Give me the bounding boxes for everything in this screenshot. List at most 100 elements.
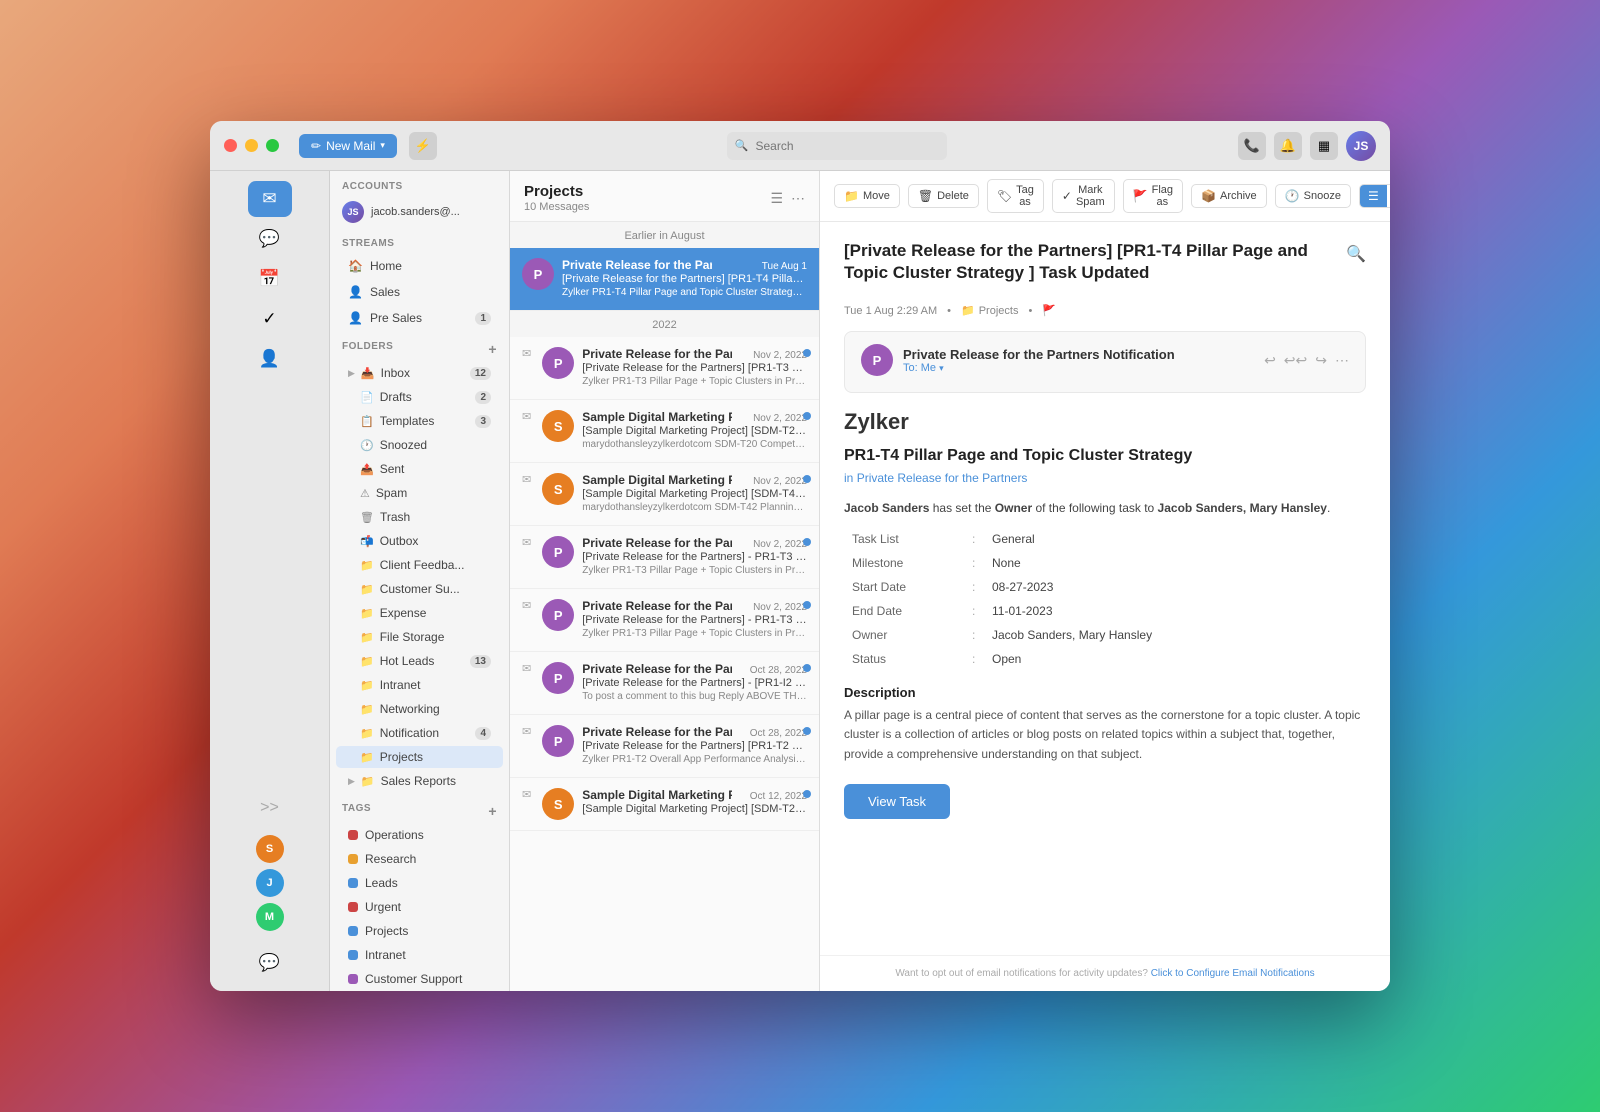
list-view-button[interactable]: ☰ xyxy=(1360,185,1387,207)
add-tag-icon[interactable]: + xyxy=(488,803,497,819)
grid-icon[interactable]: ▦ xyxy=(1310,132,1338,160)
reply-all-icon[interactable]: ↩↩ xyxy=(1284,352,1307,369)
folder-item-templates[interactable]: 📋 Templates 3 xyxy=(336,410,503,432)
email-avatar-6: P xyxy=(542,599,574,631)
sidebar-item-calendar[interactable]: 📅 xyxy=(248,261,292,297)
drafts-icon: 📄 xyxy=(360,391,374,404)
sidebar-item-chat[interactable]: 💬 xyxy=(248,221,292,257)
reply-icon[interactable]: ↩ xyxy=(1264,352,1276,369)
folder-item-sales-reports[interactable]: ▶ 📁 Sales Reports xyxy=(336,770,503,792)
sidebar-bottom: >> S J M 💬 xyxy=(244,795,296,981)
move-button[interactable]: 📁 Move xyxy=(834,184,900,208)
mark-spam-button[interactable]: ✓ Mark Spam xyxy=(1052,179,1115,213)
email-sender-3: Sample Digital Marketing Project N xyxy=(582,410,732,424)
folder-label-trash: Trash xyxy=(380,510,491,524)
tag-item-leads[interactable]: Leads xyxy=(336,872,503,894)
delete-button[interactable]: 🗑 Delete xyxy=(908,184,979,208)
folder-item-intranet[interactable]: 📁 Intranet xyxy=(336,674,503,696)
mini-avatar-2[interactable]: J xyxy=(256,869,284,897)
folder-item-file-storage[interactable]: 📁 File Storage xyxy=(336,626,503,648)
filter-icon[interactable]: ☰ xyxy=(770,190,783,207)
tag-item-customer-support[interactable]: Customer Support xyxy=(336,968,503,990)
email-item-6[interactable]: ✉ P Private Release for the Partners No … xyxy=(510,589,819,652)
email-item-9[interactable]: ✉ S Sample Digital Marketing Project I O… xyxy=(510,778,819,831)
email-sender-7: Private Release for the Partners N xyxy=(582,662,732,676)
more-icon[interactable]: ⋯ xyxy=(791,190,805,207)
meta-separator-1: • xyxy=(947,305,951,317)
email-item-8[interactable]: ✉ P Private Release for the Partners N O… xyxy=(510,715,819,778)
folder-item-trash[interactable]: 🗑 Trash xyxy=(336,506,503,528)
folder-item-outbox[interactable]: 📬 Outbox xyxy=(336,530,503,552)
nav-item-pre-sales[interactable]: 👤 Pre Sales 1 xyxy=(336,306,503,330)
tag-label-leads: Leads xyxy=(365,876,491,890)
lightning-icon[interactable]: ⚡ xyxy=(409,132,437,160)
mini-avatar-3[interactable]: M xyxy=(256,903,284,931)
tag-item-research[interactable]: Research xyxy=(336,848,503,870)
email-preview-8: Zylker PR1-T2 Overall App Performance An… xyxy=(582,753,807,767)
tag-item-projects[interactable]: Projects xyxy=(336,920,503,942)
configure-notifications-link[interactable]: Click to Configure Email Notifications xyxy=(1151,968,1315,979)
maximize-button[interactable] xyxy=(266,139,279,152)
folder-item-projects[interactable]: 📁 Projects xyxy=(336,746,503,768)
detail-header-search-icon[interactable]: 🔍 xyxy=(1346,244,1366,264)
folder-item-hot-leads[interactable]: 📁 Hot Leads 13 xyxy=(336,650,503,672)
tag-item-urgent[interactable]: Urgent xyxy=(336,896,503,918)
phone-icon[interactable]: 📞 xyxy=(1238,132,1266,160)
email-preview-7: To post a comment to this bug Reply ABOV… xyxy=(582,690,807,704)
bell-icon[interactable]: 🔔 xyxy=(1274,132,1302,160)
account-item[interactable]: JS jacob.sanders@... xyxy=(330,196,509,228)
user-avatar[interactable]: JS xyxy=(1346,131,1376,161)
folder-item-spam[interactable]: ⚠ Spam xyxy=(336,482,503,504)
folder-item-client-feedback[interactable]: 📁 Client Feedba... xyxy=(336,554,503,576)
forward-icon[interactable]: ↪ xyxy=(1315,352,1327,369)
email-item-5[interactable]: ✉ P Private Release for the Partners No … xyxy=(510,526,819,589)
table-row-end-date: End Date : 11-01-2023 xyxy=(844,599,1366,623)
email-subject-7: [Private Release for the Partners] - [PR… xyxy=(582,677,807,689)
email-avatar-9: S xyxy=(542,788,574,820)
folder-item-customer-su[interactable]: 📁 Customer Su... xyxy=(336,578,503,600)
more-actions-icon[interactable]: ⋯ xyxy=(1335,352,1349,369)
email-item-2[interactable]: ✉ P Private Release for the Partners No … xyxy=(510,337,819,400)
task-project-link[interactable]: in Private Release for the Partners xyxy=(844,471,1366,485)
add-folder-icon[interactable]: + xyxy=(488,341,497,357)
tag-dot-projects xyxy=(348,926,358,936)
email-meta-time: Tue 1 Aug 2:29 AM xyxy=(844,305,937,317)
nav-item-sales[interactable]: 👤 Sales xyxy=(336,280,503,304)
check-view-button[interactable]: ✓ xyxy=(1387,185,1390,207)
folder-item-snoozed[interactable]: 🕐 Snoozed xyxy=(336,434,503,456)
folder-item-notification[interactable]: 📁 Notification 4 xyxy=(336,722,503,744)
folder-item-expense[interactable]: 📁 Expense xyxy=(336,602,503,624)
tag-item-operations[interactable]: Operations xyxy=(336,824,503,846)
nav-item-home[interactable]: 🏠 Home xyxy=(336,254,503,278)
search-input[interactable] xyxy=(727,132,947,160)
view-task-button[interactable]: View Task xyxy=(844,784,950,819)
expand-icon[interactable]: >> xyxy=(252,795,287,821)
search-wrap xyxy=(727,132,947,160)
sidebar-item-feedback[interactable]: 💬 xyxy=(248,945,292,981)
folder-item-sent[interactable]: 📤 Sent xyxy=(336,458,503,480)
close-button[interactable] xyxy=(224,139,237,152)
email-item-7[interactable]: ✉ P Private Release for the Partners N O… xyxy=(510,652,819,715)
flag-as-button[interactable]: 🚩 Flag as xyxy=(1123,179,1183,213)
tag-item-intranet[interactable]: Intranet xyxy=(336,944,503,966)
mini-avatar-1[interactable]: S xyxy=(256,835,284,863)
sidebar-item-mail[interactable]: ✉ xyxy=(248,181,292,217)
nav-label-sales: Sales xyxy=(370,285,491,299)
sales-reports-icon: 📁 xyxy=(361,775,375,788)
email-item-3[interactable]: ✉ S Sample Digital Marketing Project N N… xyxy=(510,400,819,463)
tag-as-button[interactable]: 🏷 Tag as xyxy=(987,179,1044,213)
sidebar-item-contacts[interactable]: 👤 xyxy=(248,341,292,377)
folder-item-networking[interactable]: 📁 Networking xyxy=(336,698,503,720)
folder-item-drafts[interactable]: 📄 Drafts 2 xyxy=(336,386,503,408)
snoozed-icon: 🕐 xyxy=(360,439,374,452)
from-to[interactable]: To: Me ▾ xyxy=(903,362,1175,374)
folder-item-inbox[interactable]: ▶ 📥 Inbox 12 xyxy=(336,362,503,384)
sidebar-item-tasks[interactable]: ✓ xyxy=(248,301,292,337)
email-item-4[interactable]: ✉ S Sample Digital Marketing Project N N… xyxy=(510,463,819,526)
minimize-button[interactable] xyxy=(245,139,258,152)
snooze-button[interactable]: 🕐 Snooze xyxy=(1275,184,1351,208)
blue-dot-4 xyxy=(803,475,811,483)
archive-button[interactable]: 📦 Archive xyxy=(1191,184,1267,208)
new-mail-button[interactable]: ✏ New Mail ▾ xyxy=(299,134,397,158)
email-item-1[interactable]: P Private Release for the Partners Noti … xyxy=(510,248,819,311)
